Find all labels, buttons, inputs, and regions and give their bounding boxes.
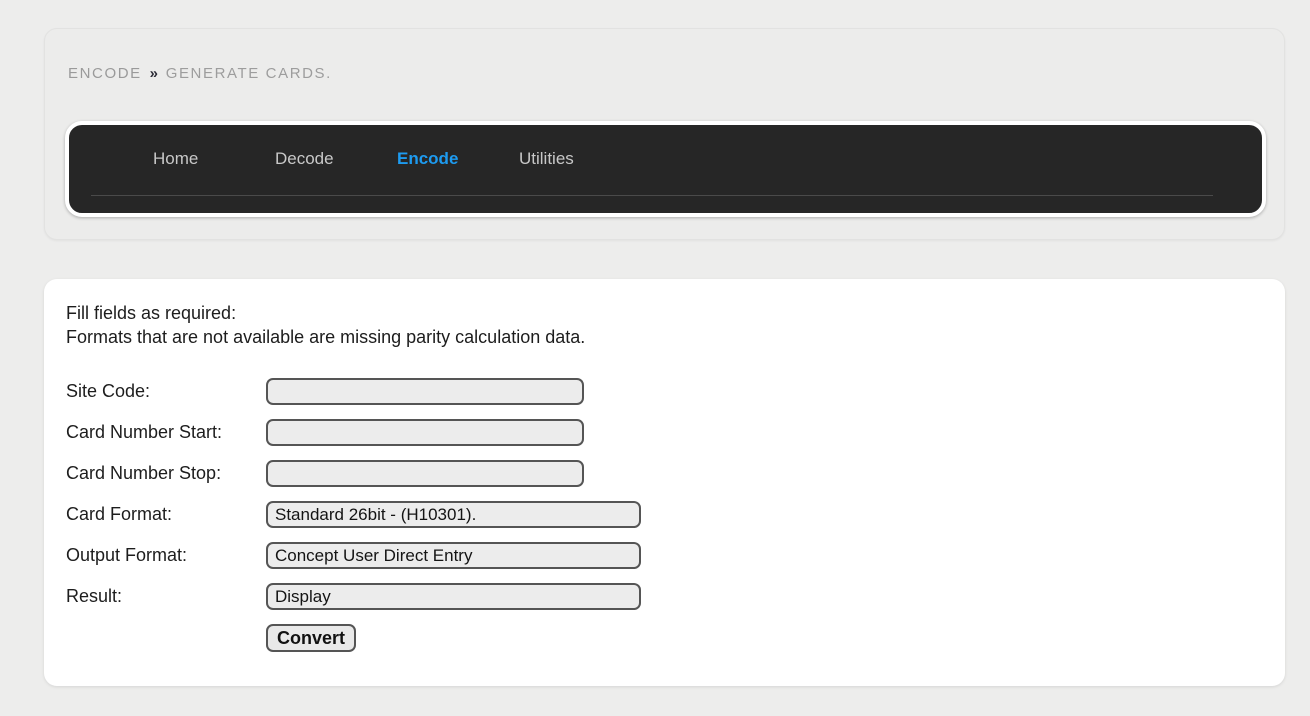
field-row-output-format: Output Format: Concept User Direct Entry (66, 535, 641, 576)
encode-fields: Site Code: Card Number Start: Card Numbe… (66, 371, 641, 658)
field-row-card-format: Card Format: Standard 26bit - (H10301). (66, 494, 641, 535)
main-navigation: Home Decode Encode Utilities (65, 121, 1266, 217)
site-code-input[interactable] (266, 378, 584, 405)
instructions-line-2: Formats that are not available are missi… (66, 327, 586, 347)
label-card-number-start: Card Number Start: (66, 422, 223, 442)
instructions-line-1: Fill fields as required: (66, 303, 237, 323)
label-card-format: Card Format: (66, 504, 173, 524)
nav-link-list: Home Decode Encode Utilities (69, 125, 641, 193)
header-card: ENCODE » GENERATE CARDS. Home Decode Enc… (44, 28, 1285, 240)
nav-item-decode[interactable]: Decode (275, 149, 397, 169)
chevron-right-icon: » (149, 65, 158, 82)
label-output-format: Output Format: (66, 545, 188, 565)
form-instructions: Fill fields as required: Formats that ar… (66, 301, 585, 349)
nav-item-encode[interactable]: Encode (397, 149, 519, 169)
convert-button[interactable]: Convert (266, 623, 357, 652)
card-number-stop-input[interactable] (266, 460, 584, 487)
field-row-result: Result: Display (66, 576, 641, 617)
field-row-card-number-start: Card Number Start: (66, 412, 641, 453)
encode-form-card: Fill fields as required: Formats that ar… (44, 279, 1285, 686)
result-select[interactable]: Display (266, 583, 641, 610)
card-format-select[interactable]: Standard 26bit - (H10301). (266, 501, 641, 528)
card-number-start-input[interactable] (266, 419, 584, 446)
label-site-code: Site Code: (66, 381, 151, 401)
submit-row: Convert (66, 617, 641, 658)
nav-item-home[interactable]: Home (153, 149, 275, 169)
breadcrumb-root[interactable]: ENCODE (68, 65, 142, 82)
breadcrumb-current: GENERATE CARDS. (165, 65, 332, 82)
output-format-select[interactable]: Concept User Direct Entry (266, 542, 641, 569)
field-row-card-number-stop: Card Number Stop: (66, 453, 641, 494)
nav-divider (91, 195, 1213, 196)
nav-item-utilities[interactable]: Utilities (519, 149, 641, 169)
field-row-site-code: Site Code: (66, 371, 641, 412)
label-result: Result: (66, 586, 123, 606)
label-card-number-stop: Card Number Stop: (66, 463, 222, 483)
breadcrumb: ENCODE » GENERATE CARDS. (68, 65, 332, 82)
